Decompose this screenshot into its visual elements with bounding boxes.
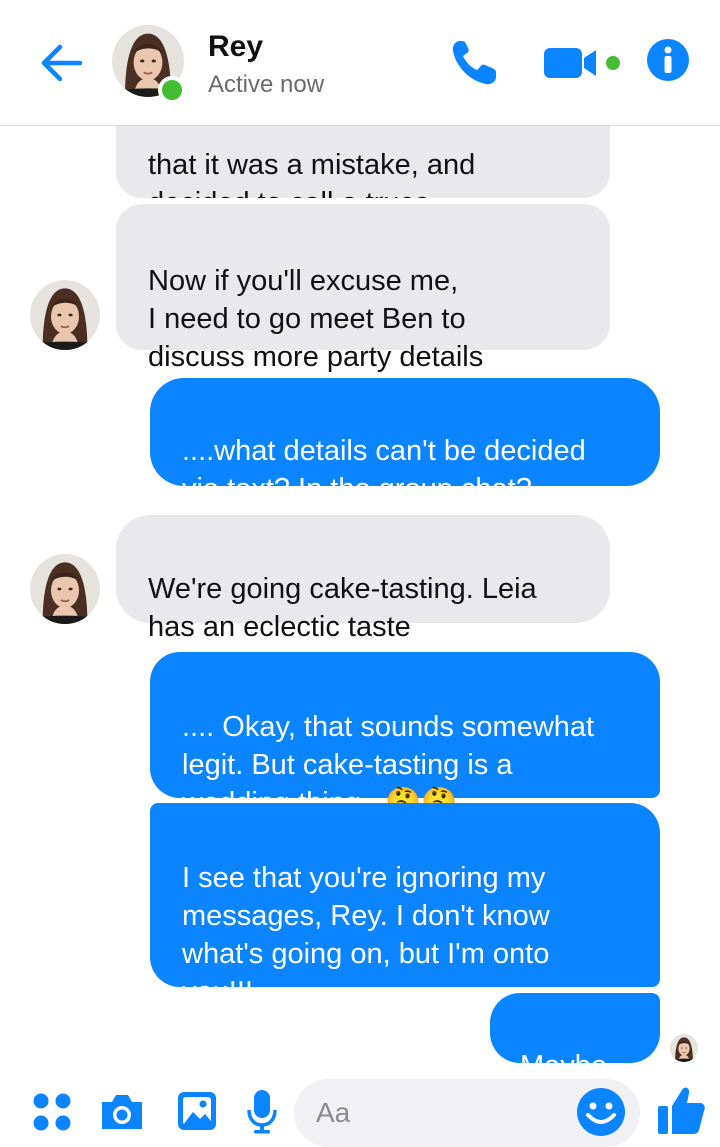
thumbs-up-icon[interactable]	[656, 1084, 706, 1136]
message-text: that it was a mistake, and decided to ca…	[148, 149, 476, 198]
video-camera-icon[interactable]	[542, 42, 626, 84]
contact-name[interactable]: Rey	[208, 30, 263, 64]
emoji-icon[interactable]	[576, 1087, 626, 1137]
message-input-placeholder: Aa	[316, 1097, 351, 1128]
microphone-icon[interactable]	[246, 1088, 278, 1134]
sender-avatar	[30, 280, 100, 350]
message-outgoing[interactable]: ....what details can't be decided via te…	[150, 378, 660, 505]
phone-icon[interactable]	[448, 37, 504, 89]
sender-avatar	[30, 554, 100, 624]
message-outgoing[interactable]: Maybe.	[490, 993, 660, 1082]
message-text: We're going cake-tasting. Leia has an ec…	[148, 573, 537, 643]
message-text: ....what details can't be decided via te…	[182, 435, 586, 505]
apps-icon[interactable]	[32, 1092, 72, 1132]
info-icon[interactable]	[646, 38, 690, 82]
message-text: Now if you'll excuse me, I need to go me…	[148, 265, 484, 373]
message-incoming[interactable]: Now if you'll excuse me, I need to go me…	[116, 204, 610, 373]
message-outgoing[interactable]: I see that you're ignoring my messages, …	[150, 803, 660, 1008]
contact-status: Active now	[208, 71, 325, 98]
chat-header: Rey Active now	[0, 0, 720, 126]
message-outgoing[interactable]: .... Okay, that sounds somewhat legit. B…	[150, 652, 660, 819]
image-icon[interactable]	[176, 1090, 218, 1132]
back-arrow-icon[interactable]	[36, 38, 86, 88]
camera-icon[interactable]	[98, 1092, 146, 1132]
active-status-dot	[158, 76, 186, 104]
message-text: I see that you're ignoring my messages, …	[182, 862, 550, 1008]
read-receipt-avatar	[670, 1034, 698, 1062]
message-incoming[interactable]: We're going cake-tasting. Leia has an ec…	[116, 515, 610, 643]
